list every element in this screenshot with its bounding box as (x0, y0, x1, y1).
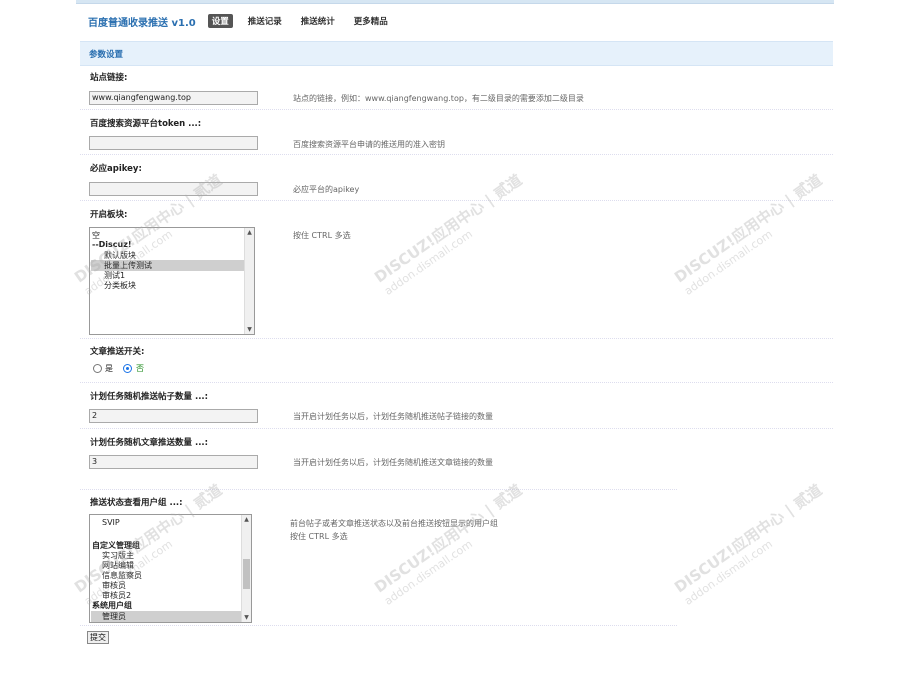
scroll-down-icon[interactable]: ▼ (245, 325, 254, 334)
apikey-label: 必应apikey: (90, 164, 142, 174)
list-option-selected[interactable]: 管理员 (91, 611, 250, 622)
scrollbar[interactable]: ▲ ▼ (244, 228, 254, 334)
scroll-up-icon[interactable]: ▲ (242, 515, 251, 524)
article-count-label: 计划任务随机文章推送数量 ...: (90, 438, 209, 448)
list-option-group[interactable]: --Discuz! (92, 240, 132, 249)
divider (80, 200, 833, 201)
header: 百度普通收录推送 v1.0 设置 推送记录 推送统计 更多精品 (88, 12, 403, 30)
token-hint: 百度搜索资源平台申请的推送用的准入密钥 (293, 140, 445, 149)
section-title: 参数设置 (89, 50, 124, 60)
watermark: DISCUZ!应用中心 | 贰道 addon.dismall.com (671, 170, 826, 298)
list-option[interactable]: SVIP (92, 518, 120, 527)
scroll-thumb[interactable] (243, 559, 250, 589)
watermark: DISCUZ!应用中心 | 贰道 addon.dismall.com (671, 480, 826, 608)
radio-no[interactable] (123, 364, 132, 373)
divider (80, 338, 833, 339)
article-count-input[interactable] (89, 455, 258, 469)
divider (80, 489, 677, 490)
tab-push-records[interactable]: 推送记录 (244, 14, 286, 28)
tab-more-products[interactable]: 更多精品 (350, 14, 392, 28)
radio-yes-label: 是 (105, 364, 113, 373)
site-link-hint: 站点的链接，例如：www.qiangfengwang.top，有二级目录的需要添… (293, 94, 584, 103)
article-count-hint: 当开启计划任务以后，计划任务随机推送文章链接的数量 (293, 458, 493, 467)
groups-select[interactable]: SVIP 自定义管理组 实习版主 网站编辑 信息监察员 审核员 审核员2 系统用… (89, 514, 252, 623)
divider (80, 428, 833, 429)
post-count-label: 计划任务随机推送帖子数量 ...: (90, 392, 209, 402)
boards-hint: 按住 CTRL 多选 (293, 231, 351, 240)
watermark: DISCUZ!应用中心 | 贰道 addon.dismall.com (371, 170, 526, 298)
scrollbar[interactable]: ▲ ▼ (241, 515, 251, 622)
scroll-down-icon[interactable]: ▼ (242, 613, 251, 622)
app-title: 百度普通收录推送 v1.0 (88, 17, 196, 29)
boards-label: 开启板块: (90, 210, 128, 220)
article-switch-label: 文章推送开关: (90, 347, 145, 357)
top-border (76, 0, 834, 4)
post-count-input[interactable] (89, 409, 258, 423)
tab-settings[interactable]: 设置 (207, 14, 233, 28)
groups-hint-ctrl: 按住 CTRL 多选 (290, 532, 348, 541)
list-option-group[interactable]: 系统用户组 (92, 600, 132, 611)
boards-select[interactable]: 空 --Discuz! 默认版块 批量上传测试 测试1 分类板块 ▲ ▼ (89, 227, 255, 335)
apikey-input[interactable] (89, 182, 258, 196)
site-link-label: 站点链接: (90, 73, 128, 83)
scroll-up-icon[interactable]: ▲ (245, 228, 254, 237)
divider (80, 382, 833, 383)
groups-label: 推送状态查看用户组 ...: (90, 498, 183, 508)
list-option[interactable]: 分类板块 (92, 280, 136, 291)
site-link-input[interactable] (89, 91, 258, 105)
post-count-hint: 当开启计划任务以后，计划任务随机推送帖子链接的数量 (293, 412, 493, 421)
divider (80, 109, 833, 110)
apikey-hint: 必应平台的apikey (293, 185, 360, 194)
divider (80, 154, 833, 155)
token-label: 百度搜索资源平台token ...: (90, 119, 202, 129)
submit-button[interactable]: 提交 (87, 631, 109, 644)
watermark: DISCUZ!应用中心 | 贰道 addon.dismall.com (371, 480, 526, 608)
radio-no-label: 否 (136, 364, 144, 373)
tab-push-stats[interactable]: 推送统计 (297, 14, 339, 28)
section-header: 参数设置 (80, 41, 833, 66)
divider (80, 625, 677, 626)
groups-hint: 前台帖子或者文章推送状态以及前台推送按钮显示的用户组 (290, 519, 498, 528)
radio-yes[interactable] (93, 364, 102, 373)
token-input[interactable] (89, 136, 258, 150)
